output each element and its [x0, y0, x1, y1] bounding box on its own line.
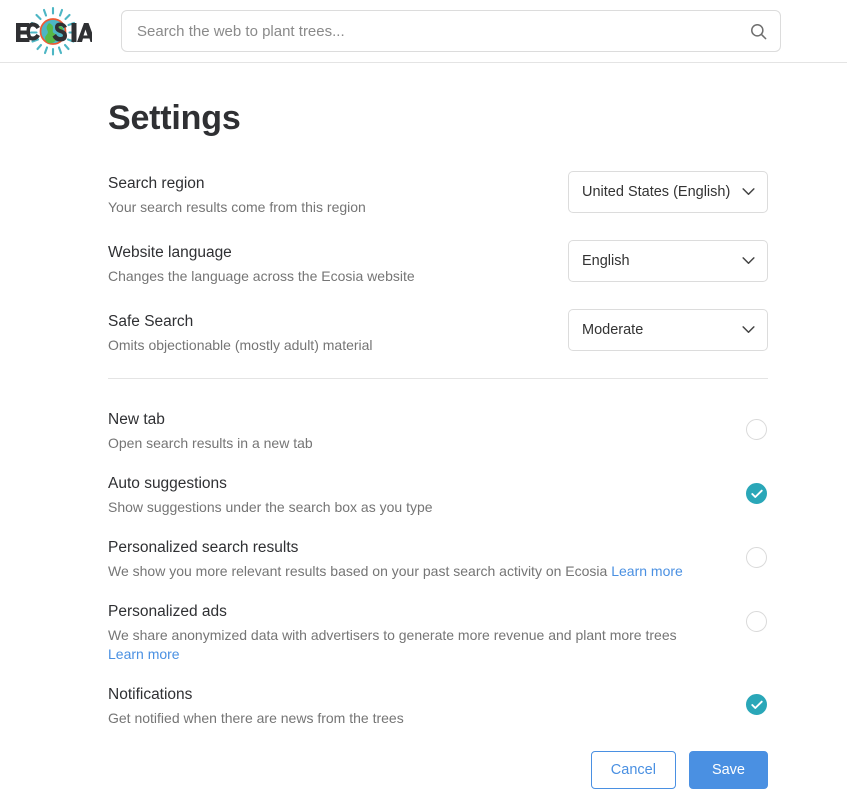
- save-button[interactable]: Save: [688, 751, 768, 789]
- setting-description-line: We show you more relevant results based …: [108, 562, 683, 581]
- select-settings-group: Search region Your search results come fr…: [108, 171, 768, 355]
- setting-description: We share anonymized data with advertiser…: [108, 627, 677, 643]
- setting-text: Search region Your search results come fr…: [108, 171, 366, 217]
- setting-row: New tab Open search results in a new tab: [108, 410, 768, 453]
- search-icon: [750, 23, 766, 39]
- setting-select-wrapper[interactable]: English: [568, 240, 768, 282]
- setting-description-line: Get notified when there are news from th…: [108, 709, 404, 728]
- cancel-button[interactable]: Cancel: [590, 751, 676, 789]
- setting-row: Website language Changes the language acr…: [108, 240, 768, 286]
- checkmark-icon: [750, 700, 763, 709]
- setting-checkbox[interactable]: [746, 419, 767, 440]
- search-bar[interactable]: [121, 10, 781, 52]
- setting-text: Personalized search results We show you m…: [108, 538, 683, 581]
- setting-title: Safe Search: [108, 313, 194, 330]
- setting-description: Get notified when there are news from th…: [108, 710, 404, 726]
- setting-row: Personalized search results We show you m…: [108, 538, 768, 581]
- settings-page: Settings Search region Your search result…: [0, 99, 847, 789]
- site-header: [0, 0, 847, 63]
- setting-row: Notifications Get notified when there are…: [108, 685, 768, 728]
- setting-title: Search region: [108, 175, 205, 192]
- learn-more-link[interactable]: Learn more: [108, 646, 180, 662]
- setting-title: Personalized ads: [108, 603, 227, 620]
- setting-text: New tab Open search results in a new tab: [108, 410, 313, 453]
- learn-more-link[interactable]: Learn more: [611, 563, 683, 579]
- setting-select-wrapper[interactable]: Moderate: [568, 309, 768, 351]
- setting-select[interactable]: English: [569, 241, 767, 281]
- setting-text: Safe Search Omits objectionable (mostly a…: [108, 309, 373, 355]
- setting-select-wrapper[interactable]: United States (English): [568, 171, 768, 213]
- search-input[interactable]: [122, 11, 736, 51]
- setting-description: We show you more relevant results based …: [108, 563, 608, 579]
- setting-checkbox[interactable]: [746, 611, 767, 632]
- setting-row: Auto suggestions Show suggestions under t…: [108, 474, 768, 517]
- form-actions: Cancel Save: [108, 751, 768, 789]
- setting-row: Personalized ads We share anonymized data…: [108, 602, 768, 664]
- search-submit-button[interactable]: [736, 11, 780, 51]
- setting-checkbox[interactable]: [746, 694, 767, 715]
- setting-description-line: We share anonymized data with advertiser…: [108, 626, 677, 664]
- setting-title: Notifications: [108, 686, 193, 703]
- setting-title: New tab: [108, 411, 165, 428]
- setting-description-line: Show suggestions under the search box as…: [108, 498, 433, 517]
- page-title: Settings: [108, 99, 241, 137]
- setting-description: Changes the language across the Ecosia w…: [108, 268, 415, 284]
- setting-row: Safe Search Omits objectionable (mostly a…: [108, 309, 768, 355]
- checkmark-icon: [750, 489, 763, 498]
- setting-select[interactable]: Moderate: [569, 310, 767, 350]
- setting-description-line: Open search results in a new tab: [108, 434, 313, 453]
- setting-title: Website language: [108, 244, 232, 261]
- setting-checkbox[interactable]: [746, 483, 767, 504]
- setting-description: Open search results in a new tab: [108, 435, 313, 451]
- setting-text: Auto suggestions Show suggestions under t…: [108, 474, 433, 517]
- setting-description: Omits objectionable (mostly adult) mater…: [108, 337, 373, 353]
- setting-title: Personalized search results: [108, 539, 299, 556]
- setting-checkbox[interactable]: [746, 547, 767, 568]
- toggle-settings-group: New tab Open search results in a new tab A…: [108, 410, 768, 728]
- setting-title: Auto suggestions: [108, 475, 227, 492]
- setting-text: Website language Changes the language acr…: [108, 240, 415, 286]
- ecosia-globe-logo[interactable]: [14, 5, 92, 57]
- setting-text: Personalized ads We share anonymized data…: [108, 602, 677, 664]
- setting-select[interactable]: United States (English): [569, 172, 767, 212]
- setting-description: Your search results come from this regio…: [108, 199, 366, 215]
- section-divider: [108, 378, 768, 379]
- setting-row: Search region Your search results come fr…: [108, 171, 768, 217]
- setting-description: Show suggestions under the search box as…: [108, 499, 433, 515]
- setting-text: Notifications Get notified when there are…: [108, 685, 404, 728]
